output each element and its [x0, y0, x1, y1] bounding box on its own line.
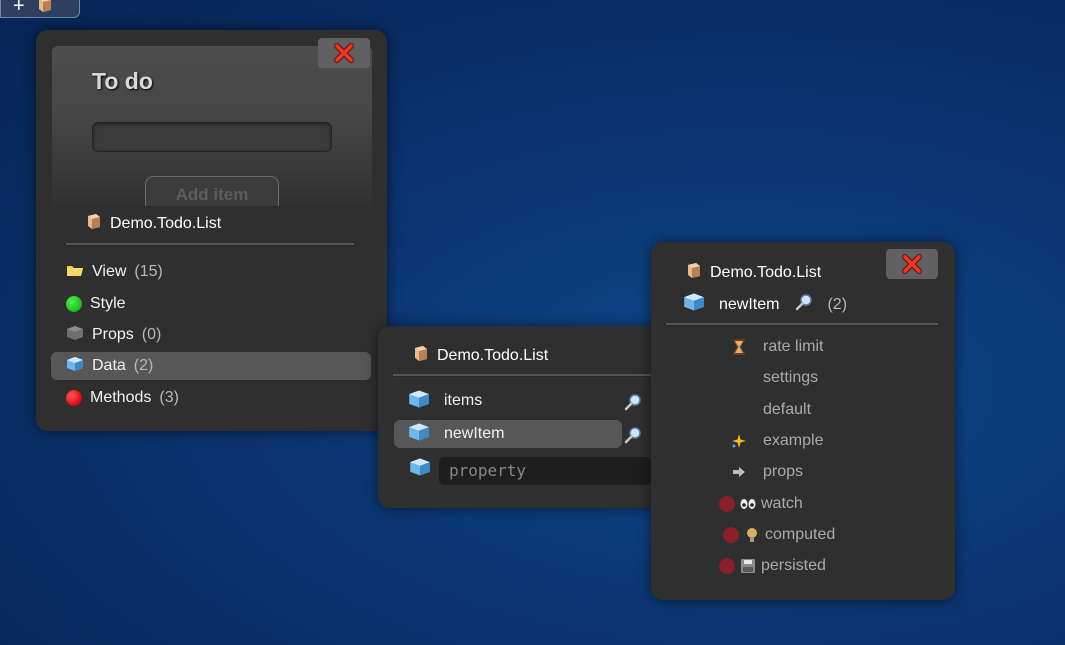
close-icon — [334, 43, 354, 63]
sidebar-item-label: View — [92, 263, 127, 280]
sidebar-item-view[interactable]: View (15) — [66, 258, 163, 286]
sidebar-item-label: Methods — [90, 389, 152, 406]
data-item-newitem[interactable]: newItem — [394, 420, 622, 448]
option-default[interactable]: default — [763, 396, 811, 424]
component-box-icon — [684, 261, 702, 284]
divider — [66, 243, 354, 246]
divider — [666, 323, 938, 326]
preview-add-item-button: Add item — [145, 176, 279, 206]
arrow-right-icon — [731, 466, 747, 478]
close-button[interactable] — [318, 38, 370, 68]
component-box-icon — [411, 344, 429, 367]
new-property-input[interactable]: property — [439, 457, 651, 485]
component-box-icon[interactable] — [35, 0, 53, 18]
item-count: (2) — [827, 295, 848, 313]
close-button[interactable] — [886, 249, 938, 279]
preview-title: To do — [92, 68, 153, 94]
top-toolbar: + — [0, 0, 80, 18]
blue-cube-icon — [409, 457, 431, 482]
item-label: newItem — [719, 295, 780, 313]
component-preview: To do Add item — [52, 46, 372, 206]
breadcrumb-label: Demo.Todo.List — [110, 214, 222, 232]
option-label: rate limit — [763, 338, 824, 355]
component-box-icon — [84, 212, 102, 235]
breadcrumb[interactable]: Demo.Todo.List — [684, 261, 821, 284]
blue-cube-icon — [408, 389, 430, 414]
blue-cube-icon — [66, 356, 84, 377]
add-icon[interactable]: + — [13, 0, 25, 16]
option-label: persisted — [761, 557, 826, 574]
option-label: computed — [765, 526, 836, 543]
blue-cube-icon — [683, 292, 705, 317]
option-watch[interactable]: watch — [719, 490, 803, 518]
close-icon — [902, 254, 922, 274]
breadcrumb-item[interactable]: newItem (2) — [683, 292, 847, 317]
option-example[interactable]: example — [731, 427, 823, 455]
green-dot-icon — [66, 296, 82, 312]
inspect-magnifier-icon[interactable] — [624, 426, 642, 449]
folder-icon — [66, 263, 84, 282]
breadcrumb[interactable]: Demo.Todo.List — [411, 344, 548, 367]
sidebar-item-methods[interactable]: Methods (3) — [66, 384, 179, 412]
component-panel: To do Add item Demo.Todo.List View (15) … — [36, 30, 387, 431]
preview-todo-input — [92, 122, 332, 152]
sidebar-item-count: (15) — [134, 263, 163, 280]
blue-cube-icon — [408, 422, 430, 447]
eyes-icon — [739, 498, 757, 510]
option-settings[interactable]: settings — [763, 364, 818, 392]
detail-panel: Demo.Todo.List newItem (2) rate limit se… — [651, 242, 955, 600]
gray-cube-icon — [66, 325, 84, 346]
option-label: props — [763, 463, 804, 480]
divider — [393, 374, 653, 377]
hourglass-icon — [731, 339, 747, 355]
data-item-label: items — [444, 392, 483, 409]
inspect-magnifier-icon[interactable] — [795, 293, 813, 316]
option-persisted[interactable]: persisted — [719, 552, 826, 580]
breadcrumb-label: Demo.Todo.List — [437, 346, 549, 364]
sidebar-item-count: (3) — [159, 389, 179, 406]
sparkle-icon — [731, 433, 747, 449]
lightbulb-icon — [743, 527, 761, 543]
option-computed[interactable]: computed — [723, 521, 835, 549]
data-item-items[interactable]: items — [408, 387, 644, 415]
data-item-label: newItem — [444, 425, 505, 442]
sidebar-item-label: Style — [90, 295, 126, 312]
option-label: settings — [763, 369, 819, 386]
toggle-off-icon[interactable] — [723, 527, 739, 543]
option-label: default — [763, 401, 812, 418]
sidebar-item-count: (0) — [141, 326, 162, 343]
option-rate-limit[interactable]: rate limit — [731, 333, 823, 361]
sidebar-item-label: Props — [92, 326, 134, 343]
breadcrumb[interactable]: Demo.Todo.List — [84, 212, 221, 235]
toggle-off-icon[interactable] — [719, 558, 735, 574]
floppy-disk-icon — [739, 559, 757, 573]
sidebar-item-count: (2) — [133, 357, 154, 374]
breadcrumb-label: Demo.Todo.List — [710, 263, 822, 281]
sidebar-item-style[interactable]: Style — [66, 290, 126, 318]
option-props[interactable]: props — [731, 458, 803, 486]
option-label: example — [763, 432, 824, 449]
inspect-magnifier-icon[interactable] — [624, 393, 642, 416]
red-dot-icon — [66, 390, 82, 406]
sidebar-item-props[interactable]: Props (0) — [66, 321, 161, 349]
option-label: watch — [761, 495, 803, 512]
sidebar-item-data[interactable]: Data (2) — [51, 352, 371, 380]
toggle-off-icon[interactable] — [719, 496, 735, 512]
data-panel: Demo.Todo.List items newItem property — [378, 326, 678, 508]
sidebar-item-label: Data — [92, 357, 126, 374]
